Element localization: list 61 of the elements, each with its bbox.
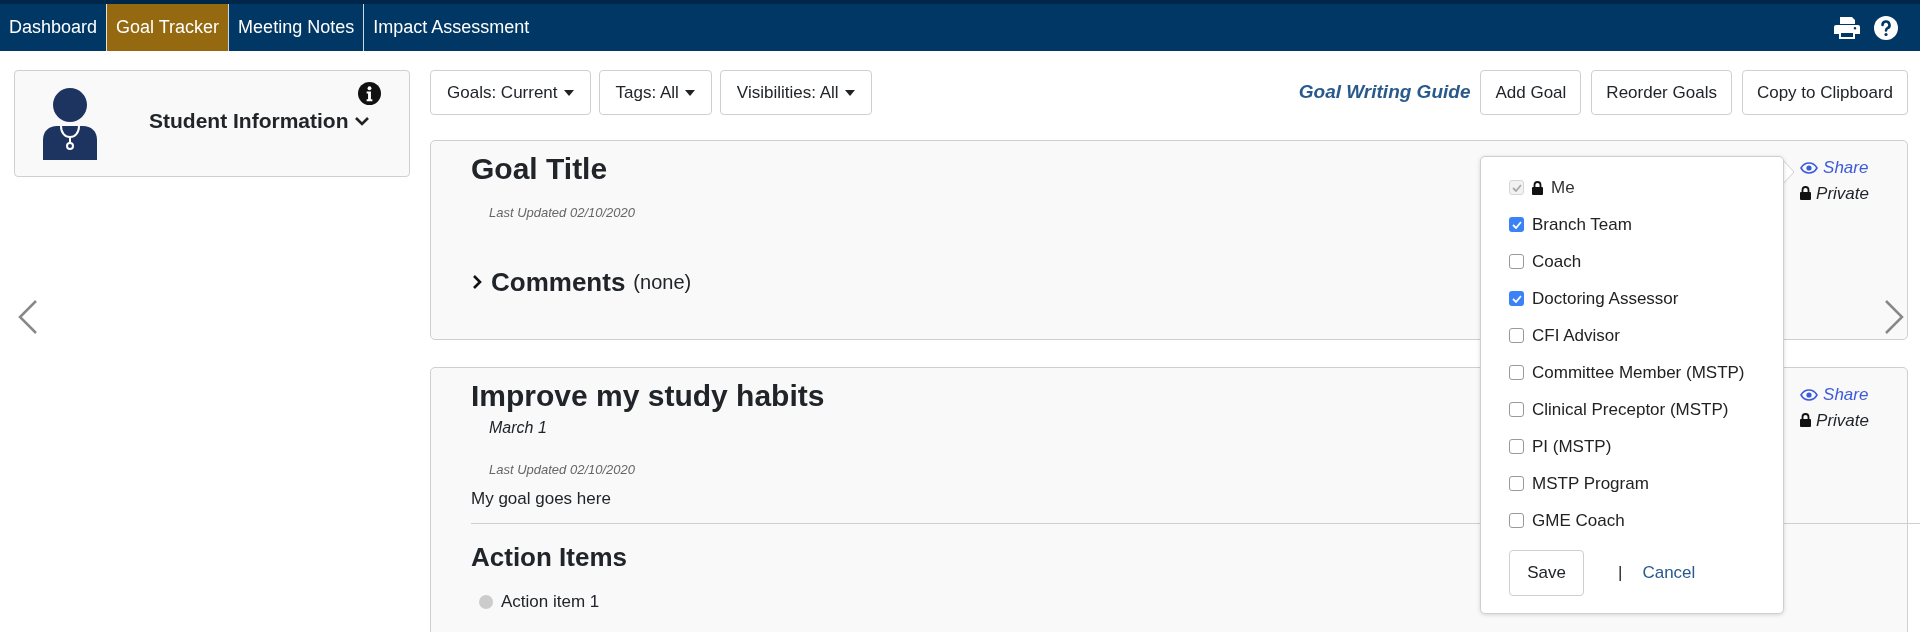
caret-icon (844, 89, 855, 96)
toolbar-button[interactable]: Add Goal (1480, 70, 1582, 115)
caret-icon (684, 89, 695, 96)
chevron-right-icon (471, 275, 483, 289)
goal-title: Improve my study habits (471, 378, 825, 414)
share-link[interactable]: Share (1800, 382, 1869, 408)
toolbar-button[interactable]: Copy to Clipboard (1741, 70, 1908, 115)
help-icon[interactable] (1874, 15, 1898, 40)
lock-icon (1800, 413, 1812, 428)
checkbox[interactable] (1509, 365, 1524, 380)
caret-icon (563, 89, 574, 96)
visibility-option[interactable]: Doctoring Assessor (1509, 280, 1783, 317)
privacy-label: Private (1800, 407, 1869, 433)
visibility-option[interactable]: PI (MSTP) (1509, 428, 1783, 465)
comments-toggle[interactable]: Comments (none) (471, 262, 692, 302)
action-item-text: Action item 1 (501, 591, 600, 613)
checkbox[interactable] (1509, 402, 1524, 417)
print-icon[interactable] (1834, 16, 1860, 39)
privacy-label: Private (1800, 180, 1869, 206)
filter-dropdown[interactable]: Visibilities: All (719, 70, 872, 115)
visibility-option[interactable]: MSTP Program (1509, 465, 1783, 502)
goal-title: Goal Title (471, 151, 608, 187)
lock-icon (1800, 186, 1812, 201)
last-updated-text: Last Updated 02/10/2020 (489, 204, 635, 222)
checkbox[interactable] (1509, 291, 1524, 306)
eye-icon (1800, 161, 1819, 174)
visibility-option[interactable]: GME Coach (1509, 502, 1783, 539)
student-info-panel[interactable]: Student Information (14, 70, 410, 177)
goal-description: My goal goes here (471, 487, 611, 510)
checkbox[interactable] (1509, 439, 1524, 454)
checkbox[interactable] (1509, 328, 1524, 343)
student-avatar-icon (43, 87, 97, 160)
save-button[interactable]: Save (1509, 550, 1584, 596)
goal-writing-guide-link[interactable]: Goal Writing Guide (1298, 78, 1471, 107)
nav-tab[interactable]: Goal Tracker (106, 4, 229, 51)
cancel-link[interactable]: Cancel (1642, 560, 1696, 586)
visibility-option[interactable]: Coach (1509, 243, 1783, 280)
visibility-option[interactable]: Committee Member (MSTP) (1509, 354, 1783, 391)
action-items-heading: Action Items (471, 541, 628, 574)
separator-text: | (1618, 562, 1623, 585)
chevron-down-icon[interactable] (354, 114, 371, 127)
checkbox[interactable] (1509, 254, 1524, 269)
filter-dropdown[interactable]: Goals: Current (430, 70, 591, 115)
eye-icon (1800, 388, 1819, 401)
info-icon[interactable] (358, 82, 381, 105)
visibility-option[interactable]: CFI Advisor (1509, 317, 1783, 354)
nav-tab[interactable]: Meeting Notes (228, 4, 364, 51)
nav-tab[interactable]: Dashboard (0, 4, 107, 51)
goal-date: March 1 (489, 418, 547, 438)
filter-dropdown[interactable]: Tags: All (598, 70, 712, 115)
toolbar-button[interactable]: Reorder Goals (1591, 70, 1732, 115)
visibility-option[interactable]: Branch Team (1509, 206, 1783, 243)
student-info-title[interactable]: Student Information (149, 104, 349, 137)
checkbox[interactable] (1509, 513, 1524, 528)
checkbox[interactable] (1509, 476, 1524, 491)
nav-tab[interactable]: Impact Assessment (363, 4, 539, 51)
visibility-option[interactable]: Clinical Preceptor (MSTP) (1509, 391, 1783, 428)
bullet-icon (479, 594, 493, 609)
last-updated-text: Last Updated 02/10/2020 (489, 461, 635, 479)
checkbox[interactable] (1509, 217, 1524, 232)
share-link[interactable]: Share (1800, 155, 1869, 181)
